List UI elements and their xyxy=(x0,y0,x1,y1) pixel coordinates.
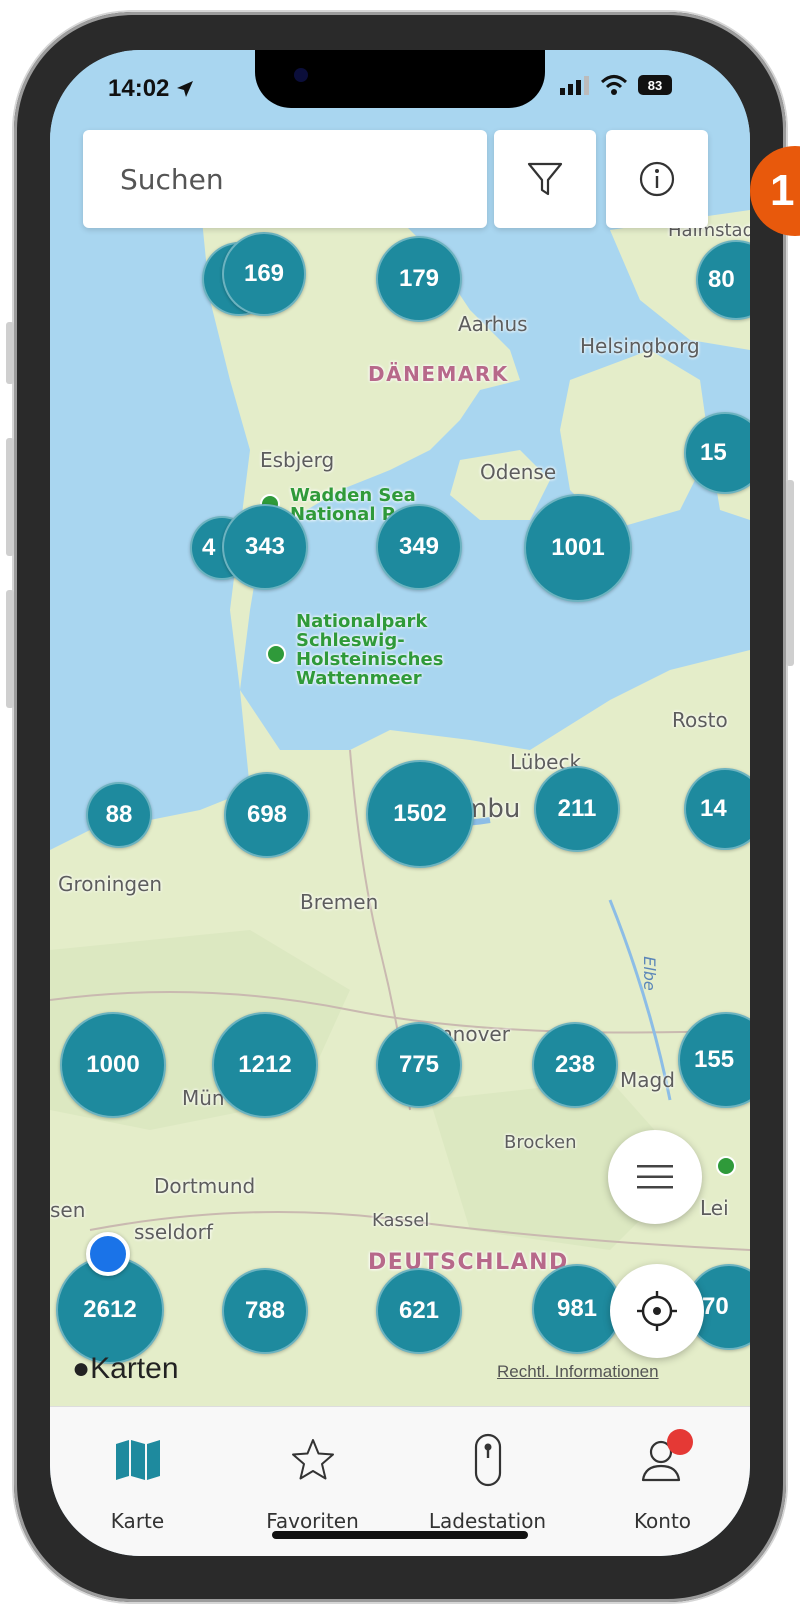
battery-indicator: 83 xyxy=(638,75,672,95)
power-button xyxy=(786,480,794,666)
legal-info-link[interactable]: Rechtl. Informationen xyxy=(497,1362,659,1382)
notification-dot xyxy=(666,1429,693,1455)
place-label-dortmund: Dortmund xyxy=(154,1174,256,1198)
locate-me-button[interactable] xyxy=(610,1264,704,1358)
home-indicator[interactable] xyxy=(272,1531,528,1539)
filter-button[interactable] xyxy=(494,130,596,228)
map-icon xyxy=(115,1440,160,1480)
cluster-marker[interactable]: 1212 xyxy=(212,1012,318,1118)
cluster-marker[interactable]: 1502 xyxy=(366,760,474,868)
place-label-nationalpark-2: Schleswig- xyxy=(296,630,405,651)
place-label-odense: Odense xyxy=(480,460,557,484)
cluster-marker[interactable]: 343 xyxy=(222,504,308,590)
hamburger-menu-icon xyxy=(637,1165,673,1189)
river-label-elbe: Elbe xyxy=(639,956,659,991)
tab-label-ladestation: Ladestation xyxy=(428,1509,547,1533)
place-label-bremen: Bremen xyxy=(300,890,379,914)
place-label-wadden-sea-2: National P xyxy=(290,504,395,525)
place-label-helsingborg: Helsingborg xyxy=(580,334,700,358)
status-indicators: 83 xyxy=(560,74,672,96)
cluster-marker[interactable]: 698 xyxy=(224,772,310,858)
place-label-kassel: Kassel xyxy=(372,1210,430,1231)
volume-down-button xyxy=(6,590,14,708)
cluster-marker[interactable]: 775 xyxy=(376,1022,462,1108)
place-label-nationalpark-1: Nationalpark xyxy=(296,611,428,632)
user-location-dot xyxy=(86,1232,130,1276)
place-label-duesseldorf: sseldorf xyxy=(134,1220,213,1244)
search-input[interactable] xyxy=(118,161,482,197)
star-icon xyxy=(291,1439,334,1480)
place-label-leipzig: Lei xyxy=(700,1196,729,1220)
cluster-marker[interactable]: 179 xyxy=(376,236,462,322)
search-box[interactable] xyxy=(83,130,487,228)
place-label-esbjerg: Esbjerg xyxy=(260,448,335,472)
cluster-marker[interactable]: 981 xyxy=(532,1264,622,1354)
cluster-marker[interactable]: 349 xyxy=(376,504,462,590)
info-icon xyxy=(639,161,675,197)
place-label-essen: sen xyxy=(50,1198,86,1222)
location-arrow-icon xyxy=(177,81,194,97)
cluster-marker[interactable]: 788 xyxy=(222,1268,308,1354)
status-time: 14:02 xyxy=(108,75,194,103)
place-label-brocken: Brocken xyxy=(504,1132,577,1153)
map-view[interactable]: Aarhus Helsingborg Halmstad DÄNEMARK Esb… xyxy=(50,50,750,1460)
cluster-marker[interactable]: 1000 xyxy=(60,1012,166,1118)
place-label-wadden-sea-1: Wadden Sea xyxy=(290,485,416,506)
info-button[interactable] xyxy=(606,130,708,228)
cluster-marker[interactable]: 88 xyxy=(86,782,152,848)
locate-me-icon xyxy=(637,1291,677,1331)
tab-konto[interactable]: Konto xyxy=(575,1407,750,1556)
tab-label-karte: Karte xyxy=(110,1509,165,1533)
cluster-marker[interactable]: 211 xyxy=(534,766,620,852)
place-label-aarhus: Aarhus xyxy=(458,312,528,336)
park-marker-harz xyxy=(716,1156,736,1176)
place-label-deutschland: DEUTSCHLAND xyxy=(368,1250,569,1275)
apple-maps-attribution: ●Karten xyxy=(72,1352,179,1385)
filter-icon xyxy=(527,162,563,196)
cluster-marker[interactable]: 621 xyxy=(376,1268,462,1354)
volume-up-button xyxy=(6,438,14,556)
apple-logo-icon: ● xyxy=(72,1352,91,1385)
phone-screen: Aarhus Helsingborg Halmstad DÄNEMARK Esb… xyxy=(50,50,750,1556)
tab-label-konto: Konto xyxy=(633,1509,692,1533)
park-marker-schleswig xyxy=(266,644,286,664)
place-label-groningen: Groningen xyxy=(58,872,163,896)
cluster-marker[interactable]: 238 xyxy=(532,1022,618,1108)
cluster-marker[interactable]: 1001 xyxy=(524,494,632,602)
place-label-daenemark: DÄNEMARK xyxy=(368,362,509,386)
place-label-rostock: Rosto xyxy=(672,708,728,732)
place-label-nationalpark-3: Holsteinisches xyxy=(296,649,444,670)
charging-station-icon xyxy=(474,1433,501,1487)
place-label-magdeburg: Magd xyxy=(620,1068,675,1092)
signal-icon xyxy=(560,76,589,95)
list-menu-button[interactable] xyxy=(608,1130,702,1224)
tab-label-favoriten: Favoriten xyxy=(266,1509,359,1533)
cluster-marker[interactable]: 169 xyxy=(222,232,306,316)
front-camera xyxy=(294,68,308,82)
mute-switch xyxy=(6,322,14,384)
wifi-icon xyxy=(600,75,628,95)
place-label-nationalpark-4: Wattenmeer xyxy=(296,668,422,689)
tab-karte[interactable]: Karte xyxy=(50,1407,225,1556)
